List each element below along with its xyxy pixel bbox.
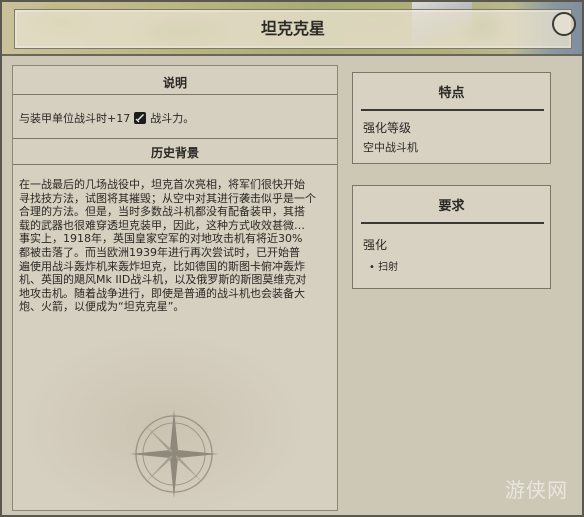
- history-heading: 历史背景: [150, 146, 199, 160]
- bullet-icon: •: [369, 262, 375, 273]
- history-line: 载的武器也很难穿透坦克装甲，因此，这种方式收效甚微…: [19, 218, 305, 232]
- info-panel: 说明 与装甲单位战斗时+17 战斗力。 历史背景 在一战最后的几场战役中，坦克首…: [12, 65, 338, 511]
- close-button[interactable]: [552, 12, 576, 36]
- upgrade-level-label: 强化等级: [363, 121, 412, 135]
- history-text: 在一战最后的几场战役中，坦克首次亮相，将军们很快开始 寻找技方法，试图将其摧毁；…: [19, 178, 329, 314]
- traits-card: 特点 强化等级 空中战斗机: [352, 72, 551, 164]
- divider: [361, 222, 544, 224]
- history-line: 地攻击机。随着战争进行，即使是普通的战斗机也会装备大: [19, 286, 305, 300]
- history-line: 炮、火箭，以便成为“坦克克星”。: [19, 300, 185, 314]
- history-line: 都被击落了。而当欧洲1939年进行再次尝试时，已开始普: [19, 245, 300, 259]
- description-text-after: 战斗力。: [150, 112, 195, 125]
- title-plate: 坦克克星: [14, 9, 572, 49]
- upgrade-level-value: 空中战斗机: [363, 141, 418, 154]
- requirements-card: 要求 强化 • 扫射: [352, 185, 551, 289]
- watermark: 游侠网: [505, 478, 568, 502]
- history-line: 合理的方法。但是，当时多数战斗机都没有配备装甲，其搭: [19, 205, 305, 219]
- requirement-item-label: 扫射: [378, 262, 399, 273]
- history-line: 机、英国的飓风Mk IID战斗机，以及俄罗斯的斯图莫维克对: [19, 273, 307, 287]
- traits-heading: 特点: [438, 86, 465, 101]
- sword-icon: [134, 112, 147, 124]
- requirement-item: • 扫射: [369, 258, 398, 273]
- requirement-label: 强化: [363, 238, 388, 252]
- promotion-window: 坦克克星 说明 与装甲单位战斗时+17 战斗力。 历史背景 在一战最后的几场战役…: [0, 0, 584, 517]
- divider: [13, 94, 337, 95]
- description-text-before: 与装甲单位战斗时+17: [19, 112, 131, 125]
- divider: [13, 138, 337, 139]
- requirements-heading: 要求: [438, 199, 465, 214]
- history-line: 寻找技方法，试图将其摧毁；从空中对其进行袭击似乎是一个: [19, 191, 316, 205]
- divider: [361, 109, 544, 111]
- history-line: 事实上，1918年，英国皇家空军的对地攻击机有将近30%: [19, 232, 303, 246]
- description-text: 与装甲单位战斗时+17 战斗力。: [19, 110, 194, 126]
- compass-rose-icon: [130, 410, 218, 498]
- divider: [13, 164, 337, 165]
- title-banner: 坦克克星: [2, 2, 582, 56]
- window-title: 坦克克星: [260, 19, 325, 38]
- description-heading: 说明: [162, 76, 187, 90]
- history-line: 遍使用战斗轰炸机来轰炸坦克，比如德国的斯图卡俯冲轰炸: [19, 259, 305, 273]
- history-line: 在一战最后的几场战役中，坦克首次亮相，将军们很快开始: [19, 178, 305, 191]
